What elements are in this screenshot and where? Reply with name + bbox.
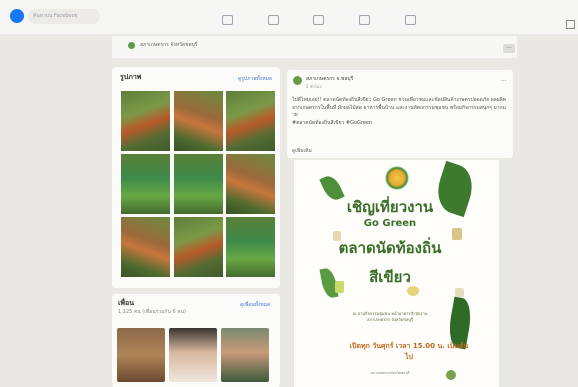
post-hashtags[interactable]: #ตลาดนัดท้องถิ่นสีเขียว #GoGreen: [292, 120, 372, 126]
facebook-logo-icon[interactable]: [10, 9, 24, 23]
photo-thumbnail[interactable]: [226, 91, 275, 151]
poster-location-text: ณ ลานกิจกรรมชุมชน หน้าอาคารสำนักงาน สภาเ…: [352, 311, 428, 322]
gaming-icon[interactable]: [405, 15, 416, 25]
flower-icon: [407, 286, 419, 296]
organization-logo-icon: [385, 166, 409, 190]
search-input[interactable]: ค้นหาบน Facebook: [28, 9, 100, 24]
see-all-photos-link[interactable]: ดูรูปภาพทั้งหมด: [238, 75, 272, 83]
poster-headline-2: ตลาดนัดท้องถิ่น: [338, 239, 442, 257]
post-body: ไปดีไหมเอ่ย!! ตลาดนัดท้องถิ่นสีเขียว Go …: [292, 97, 506, 118]
photo-thumbnail[interactable]: [174, 217, 223, 277]
bag-icon: [455, 288, 464, 297]
post-menu-icon[interactable]: ···: [501, 78, 507, 85]
marketplace-icon[interactable]: [313, 15, 324, 25]
photo-thumbnail[interactable]: [121, 91, 170, 151]
post-author-name[interactable]: สภาเกษตรกร จ.ชลบุรี: [306, 75, 353, 83]
page-name[interactable]: สภาเกษตรกร จังหวัดชลบุรี: [140, 41, 197, 49]
photo-thumbnail[interactable]: [121, 217, 170, 277]
photos-title[interactable]: รูปภาพ: [120, 72, 141, 83]
menu-grid-icon[interactable]: [566, 20, 575, 29]
groups-icon[interactable]: [359, 15, 370, 25]
photo-thumbnail[interactable]: [121, 154, 170, 214]
poster-headline: เชิญเที่ยวงาน: [346, 198, 434, 216]
post-author-avatar[interactable]: [293, 76, 302, 85]
poster-footer: สภาเกษตรกรจังหวัดชลบุรี: [370, 371, 410, 375]
drink-icon: [335, 281, 344, 293]
poster-schedule-banner: เปิดทุก วันศุกร์ เวลา 15.00 น. เป็นต้นไป: [349, 342, 469, 361]
friend-photo[interactable]: [117, 328, 165, 382]
poster-headline-3: สีเขียว: [369, 268, 411, 286]
see-more-link[interactable]: ดูเพิ่มเติม: [292, 147, 312, 155]
post-timestamp[interactable]: 2 ชั่วโมง: [306, 83, 322, 90]
video-icon[interactable]: [268, 15, 279, 25]
qr-icon: [446, 370, 456, 380]
page-avatar[interactable]: [128, 42, 135, 49]
poster-subheadline: Go Green: [363, 218, 417, 229]
more-options-button[interactable]: ···: [503, 44, 515, 53]
photo-thumbnail[interactable]: [174, 91, 223, 151]
friends-count: 1,125 คน (เพื่อนร่วมกัน 6 คน): [118, 309, 186, 315]
post-text: ไปดีไหมเอ่ย!! ตลาดนัดท้องถิ่นสีเขียว Go …: [292, 97, 507, 127]
photo-thumbnail[interactable]: [226, 154, 275, 214]
cup-icon: [333, 231, 341, 241]
spoon-icon: [452, 228, 462, 240]
home-icon[interactable]: [222, 15, 233, 25]
photo-thumbnail[interactable]: [174, 154, 223, 214]
friend-photo[interactable]: [169, 328, 217, 382]
see-all-friends-link[interactable]: ดูเพื่อนทั้งหมด: [240, 301, 270, 309]
friend-photo[interactable]: [221, 328, 269, 382]
photo-thumbnail[interactable]: [226, 217, 275, 277]
